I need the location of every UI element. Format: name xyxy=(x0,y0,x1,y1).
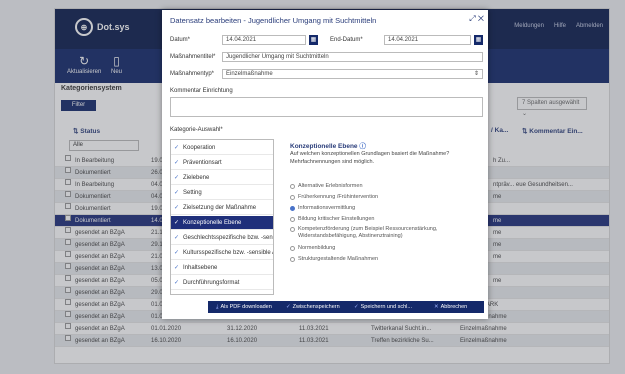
option-radio[interactable] xyxy=(290,257,295,262)
measure-title-input[interactable]: Jugendlicher Umgang mit Suchtmitteln xyxy=(222,52,483,62)
detail-title: Konzeptionelle Ebene ⓘ xyxy=(290,140,366,150)
option-item[interactable]: Alternative Erlebnisformen xyxy=(290,183,482,190)
check-icon: ✓ xyxy=(174,280,180,286)
dialog-footer: ⤓ Als PDF downloaden ✓ Zwischenspeichern ✓… xyxy=(208,301,484,313)
end-date-input[interactable]: 14.04.2021 xyxy=(384,35,471,45)
category-item[interactable]: ✓ Zielsetzung der Maßnahme xyxy=(171,201,273,215)
cancel-label: Abbrechen xyxy=(440,304,468,310)
check-icon: ✓ xyxy=(174,235,180,241)
category-label: Zielsetzung der Maßnahme xyxy=(183,205,257,211)
option-label: Informationsvermittlung xyxy=(298,205,356,211)
comment-textarea[interactable] xyxy=(170,97,483,117)
option-radio[interactable] xyxy=(290,206,295,211)
chevron-updown-icon: ⇕ xyxy=(473,71,479,77)
download-pdf-label: Als PDF downloaden xyxy=(220,304,272,310)
category-item[interactable]: ✓ Präventionsart xyxy=(171,156,273,170)
close-icon: ✕ xyxy=(434,304,439,310)
datum-input[interactable]: 14.04.2021 xyxy=(222,35,306,45)
category-label: Konzeptionelle Ebene xyxy=(183,220,242,226)
category-label: Durchführungsformat xyxy=(183,280,240,286)
measure-title-label: Maßnahmentitel* xyxy=(170,54,216,60)
datum-label: Datum* xyxy=(170,37,191,43)
category-label: Zielebene xyxy=(183,175,210,181)
check-icon: ✓ xyxy=(174,145,180,151)
option-label: Bildung kritischer Einstellungen xyxy=(298,216,375,222)
edit-record-dialog: Datensatz bearbeiten - Jugendlicher Umga… xyxy=(162,10,488,319)
info-icon[interactable]: ⓘ xyxy=(359,143,366,150)
save-draft-button[interactable]: ✓ Zwischenspeichern xyxy=(286,301,340,313)
calendar-icon[interactable]: ▦ xyxy=(474,35,483,45)
option-item[interactable]: Früherkennung /Frühintervention xyxy=(290,194,482,201)
category-label: Kultursspezifische bzw. -sensible A... xyxy=(183,250,273,256)
check-icon: ✓ xyxy=(354,304,359,310)
check-icon: ✓ xyxy=(286,304,291,310)
check-icon: ✓ xyxy=(174,205,180,211)
dialog-title: Datensatz bearbeiten - Jugendlicher Umga… xyxy=(170,16,377,25)
option-radio[interactable] xyxy=(290,217,295,222)
comment-label: Kommentar Einrichtung xyxy=(170,88,233,94)
option-label: Strukturgestaltende Maßnahmen xyxy=(298,256,379,262)
measure-type-value: Einzelmaßnahme xyxy=(226,71,273,77)
check-icon: ✓ xyxy=(174,190,180,196)
option-item[interactable]: Strukturgestaltende Maßnahmen xyxy=(290,256,482,263)
download-icon: ⤓ xyxy=(216,304,219,310)
category-label: Kooperation xyxy=(183,145,216,151)
category-item[interactable]: ✓ Kooperation xyxy=(171,141,273,155)
check-icon: ✓ xyxy=(174,175,180,181)
option-item[interactable]: Bildung kritischer Einstellungen xyxy=(290,216,482,223)
save-close-label: Speichern und schl... xyxy=(360,304,412,310)
category-label: Inhaltsebene xyxy=(183,265,218,271)
detail-description: Auf welchen konzeptionellen Grundlagen b… xyxy=(290,151,450,165)
calendar-icon[interactable]: ▦ xyxy=(309,35,318,45)
detail-title-text: Konzeptionelle Ebene xyxy=(290,143,358,150)
option-label: Alternative Erlebnisformen xyxy=(298,183,363,189)
category-item[interactable]: ✓ Kultursspezifische bzw. -sensible A... xyxy=(171,246,273,260)
category-list: ✓ Kooperation ✓ Präventionsart ✓ Zielebene ✓ Se… xyxy=(170,139,274,295)
category-label: Präventionsart xyxy=(183,160,222,166)
download-pdf-button[interactable]: ⤓ Als PDF downloaden xyxy=(216,301,272,313)
cancel-button[interactable]: ✕ Abbrechen xyxy=(434,301,467,313)
end-date-label: End-Datum* xyxy=(330,37,363,43)
category-item[interactable]: ✓ Setting xyxy=(171,186,273,200)
check-icon: ✓ xyxy=(174,265,180,271)
option-radio[interactable] xyxy=(290,227,295,232)
option-item[interactable]: Informationsvermittlung xyxy=(290,205,482,212)
save-draft-label: Zwischenspeichern xyxy=(292,304,340,310)
option-label: Normenbildung xyxy=(298,245,336,251)
option-item[interactable]: Kompetenzförderung (zum Beispiel Ressour… xyxy=(290,226,482,240)
expand-icon[interactable]: ⤢ xyxy=(469,14,475,23)
measure-type-select[interactable]: Einzelmaßnahme ⇕ xyxy=(222,69,483,79)
category-label: Setting xyxy=(183,190,202,196)
category-item[interactable]: ✓ Konzeptionelle Ebene xyxy=(171,216,273,230)
option-label: Früherkennung /Frühintervention xyxy=(298,194,379,200)
save-close-button[interactable]: ✓ Speichern und schl... xyxy=(354,301,412,313)
measure-type-label: Maßnahmentyp* xyxy=(170,71,215,77)
option-radio[interactable] xyxy=(290,195,295,200)
option-radio[interactable] xyxy=(290,184,295,189)
close-icon[interactable]: ✕ xyxy=(478,14,484,23)
check-icon: ✓ xyxy=(174,160,180,166)
category-item[interactable]: ✓ Zielebene xyxy=(171,171,273,185)
category-item[interactable]: ✓ Durchführungsformat xyxy=(171,276,273,290)
check-icon: ✓ xyxy=(174,250,180,256)
category-item[interactable]: ✓ Inhaltsebene xyxy=(171,261,273,275)
option-label: Kompetenzförderung (zum Beispiel Ressour… xyxy=(298,226,438,239)
option-radio[interactable] xyxy=(290,246,295,251)
category-select-label: Kategorie-Auswahl* xyxy=(170,127,223,133)
category-item[interactable]: ✓ Geschlechtsspezifische bzw. -sen... xyxy=(171,231,273,245)
option-item[interactable]: Normenbildung xyxy=(290,245,482,252)
category-label: Geschlechtsspezifische bzw. -sen... xyxy=(183,235,273,241)
dialog-controls: ⤢ ✕ xyxy=(469,14,484,24)
check-icon: ✓ xyxy=(174,220,180,226)
